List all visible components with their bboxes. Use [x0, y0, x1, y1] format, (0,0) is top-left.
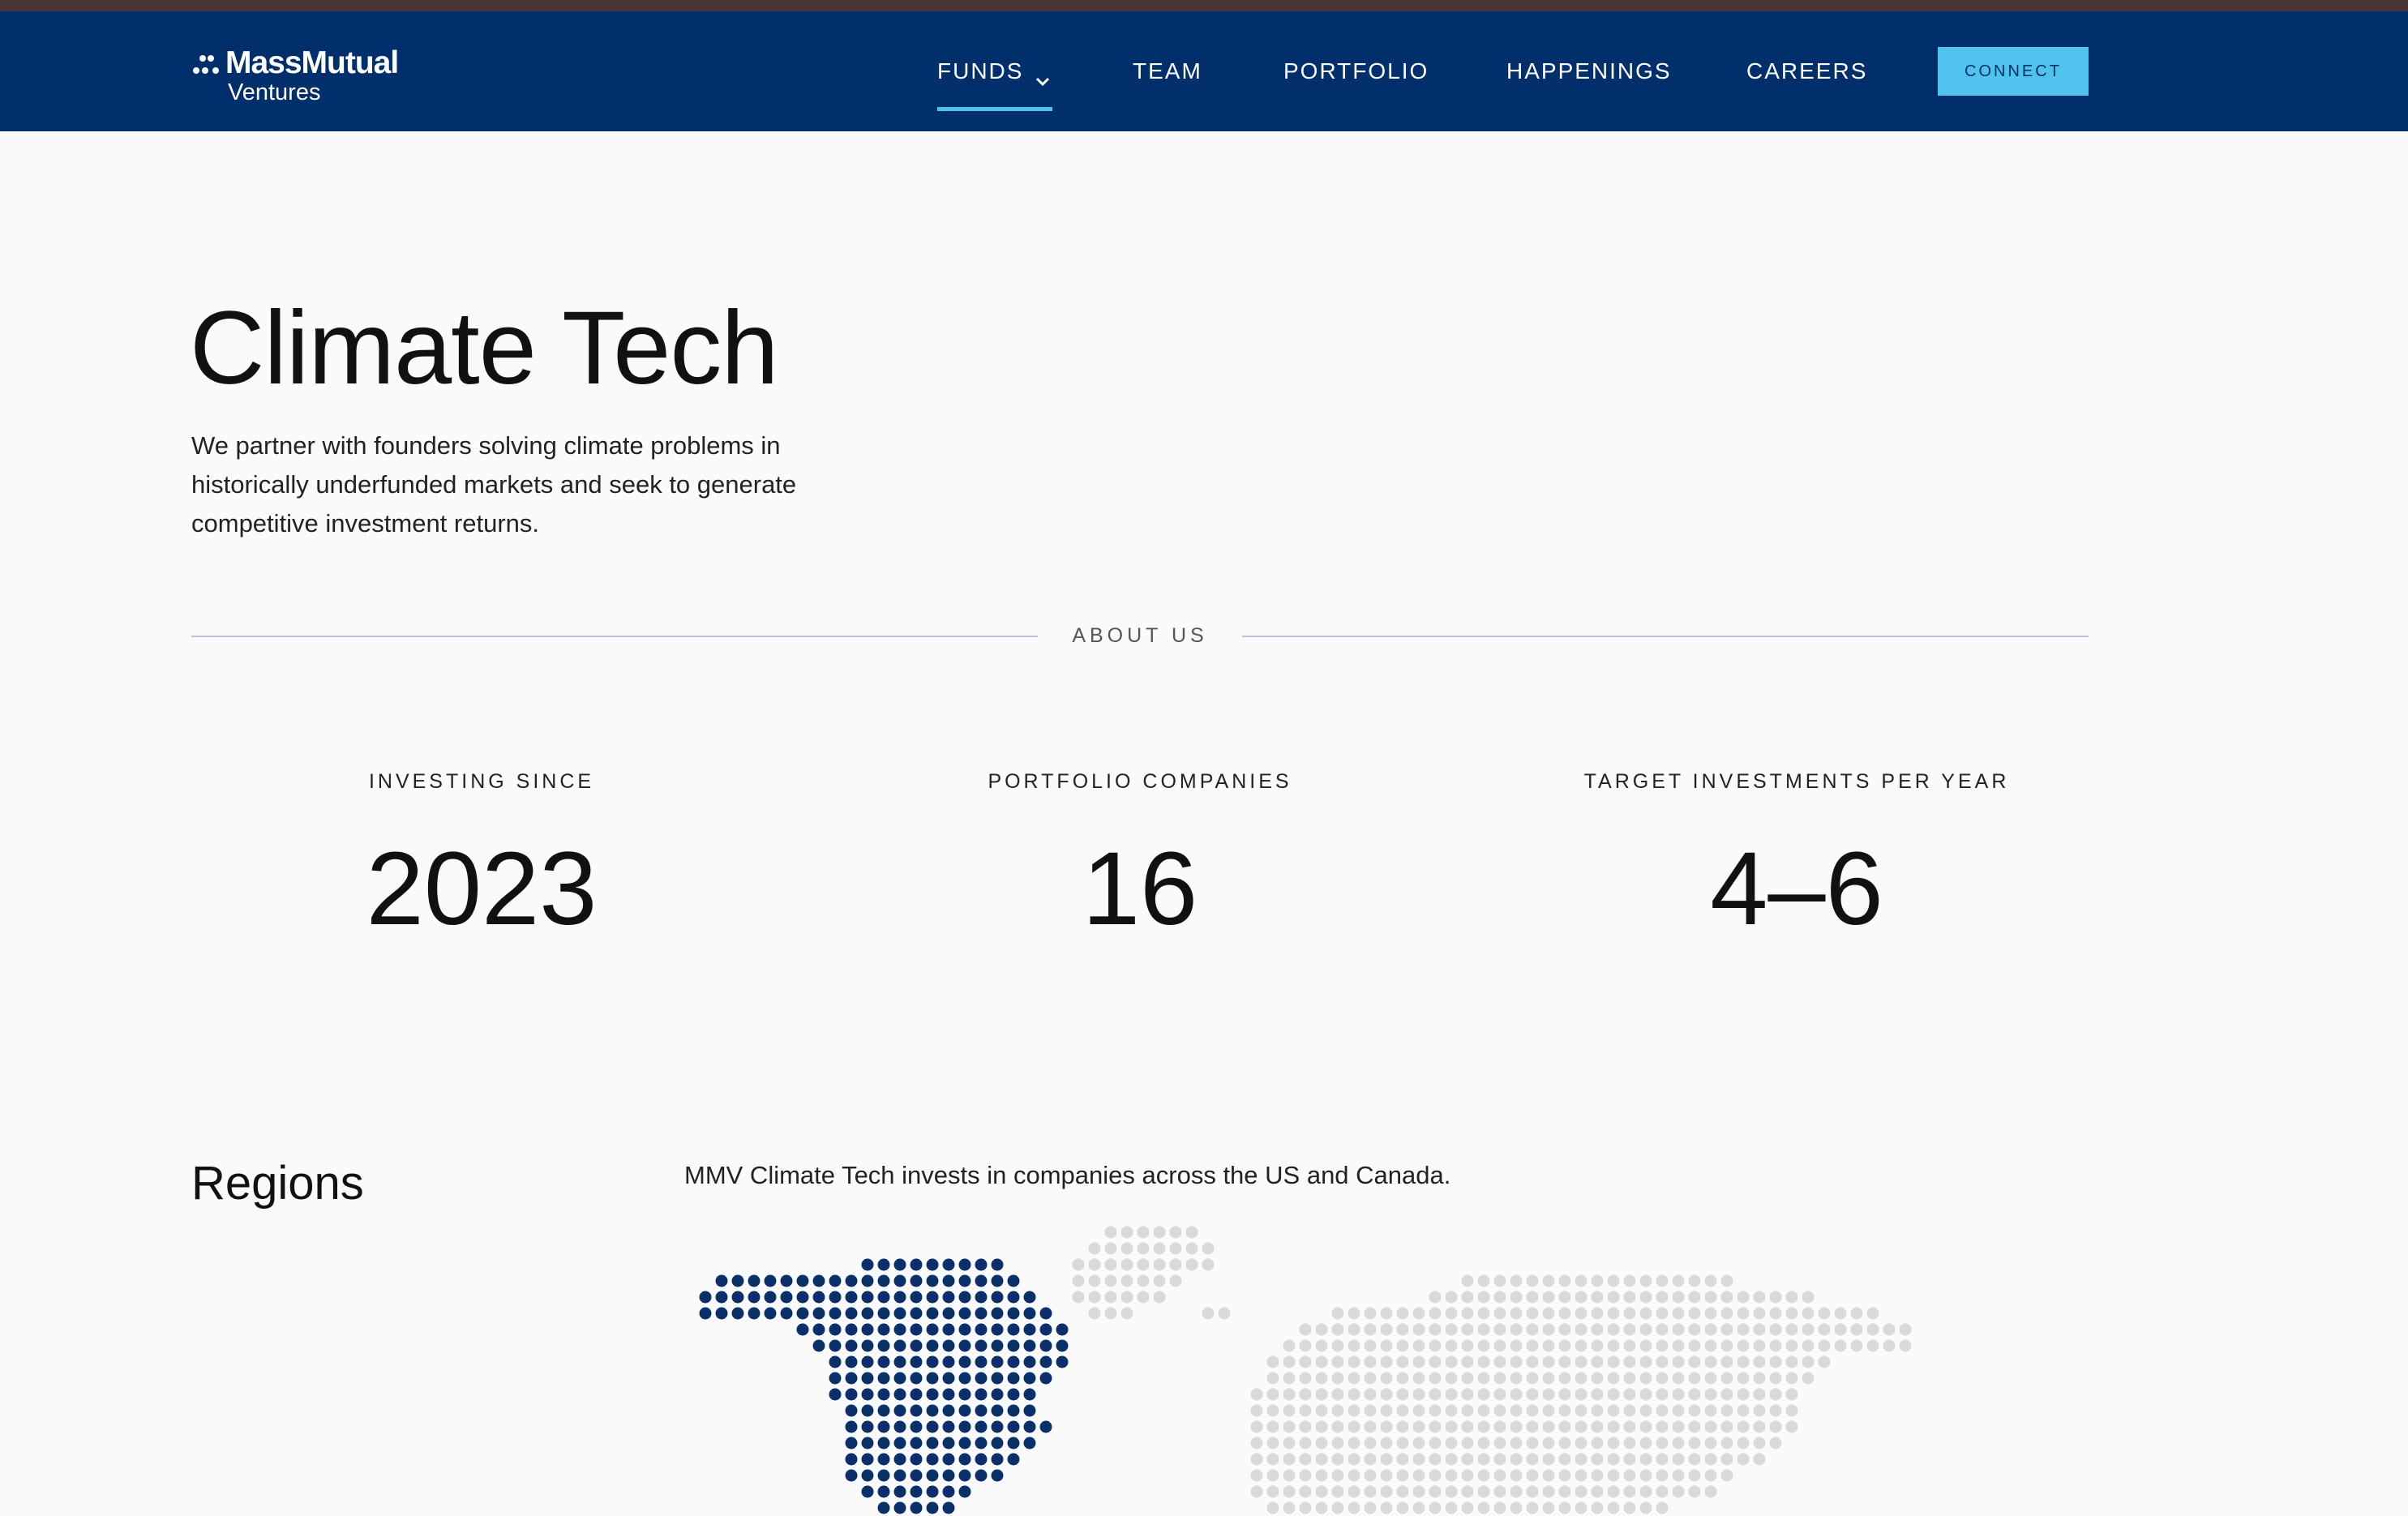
logo-wordmark: MassMutual — [225, 45, 399, 80]
world-dot-map — [699, 1226, 1912, 1514]
page-description: We partner with founders solving climate… — [191, 431, 797, 537]
nav-item-careers[interactable]: CAREERS — [1746, 58, 1867, 84]
stat-investing-since: INVESTING SINCE 2023 — [198, 770, 765, 946]
page-title: Climate Tech — [190, 290, 778, 406]
nav-item-funds[interactable]: FUNDS — [937, 58, 1023, 84]
nav-item-team[interactable]: TEAM — [1133, 58, 1202, 84]
nav-item-portfolio[interactable]: PORTFOLIO — [1283, 58, 1429, 84]
stat-portfolio-companies: PORTFOLIO COMPANIES 16 — [856, 770, 1424, 946]
stat-label: INVESTING SINCE — [368, 770, 595, 793]
stat-label: TARGET INVESTMENTS PER YEAR — [1583, 770, 2010, 793]
stat-value: 16 — [1082, 831, 1198, 947]
section-label-about-us: ABOUT US — [1072, 624, 1208, 647]
section-divider-left — [191, 636, 1038, 637]
stat-label: PORTFOLIO COMPANIES — [988, 770, 1292, 793]
regions-heading: Regions — [191, 1157, 364, 1210]
stat-value: 2023 — [366, 831, 598, 947]
nav-item-happenings[interactable]: HAPPENINGS — [1506, 58, 1672, 84]
browser-top-strip — [0, 0, 2408, 11]
stat-value: 4–6 — [1710, 831, 1883, 947]
regions-description: MMV Climate Tech invests in companies ac… — [684, 1161, 1451, 1189]
nav-active-indicator — [937, 107, 1052, 111]
logo-subtitle: Ventures — [228, 79, 321, 105]
top-navigation: MassMutual Ventures FUNDS TEAM PORTFOLIO… — [0, 11, 2408, 131]
connect-button[interactable]: CONNECT — [1938, 47, 2089, 96]
three-dots-logo-icon — [193, 55, 219, 74]
massmutual-ventures-logo[interactable]: MassMutual Ventures — [191, 39, 426, 112]
chevron-down-icon[interactable] — [1035, 76, 1051, 88]
section-divider-right — [1242, 636, 2089, 637]
stat-target-investments: TARGET INVESTMENTS PER YEAR 4–6 — [1513, 770, 2080, 946]
